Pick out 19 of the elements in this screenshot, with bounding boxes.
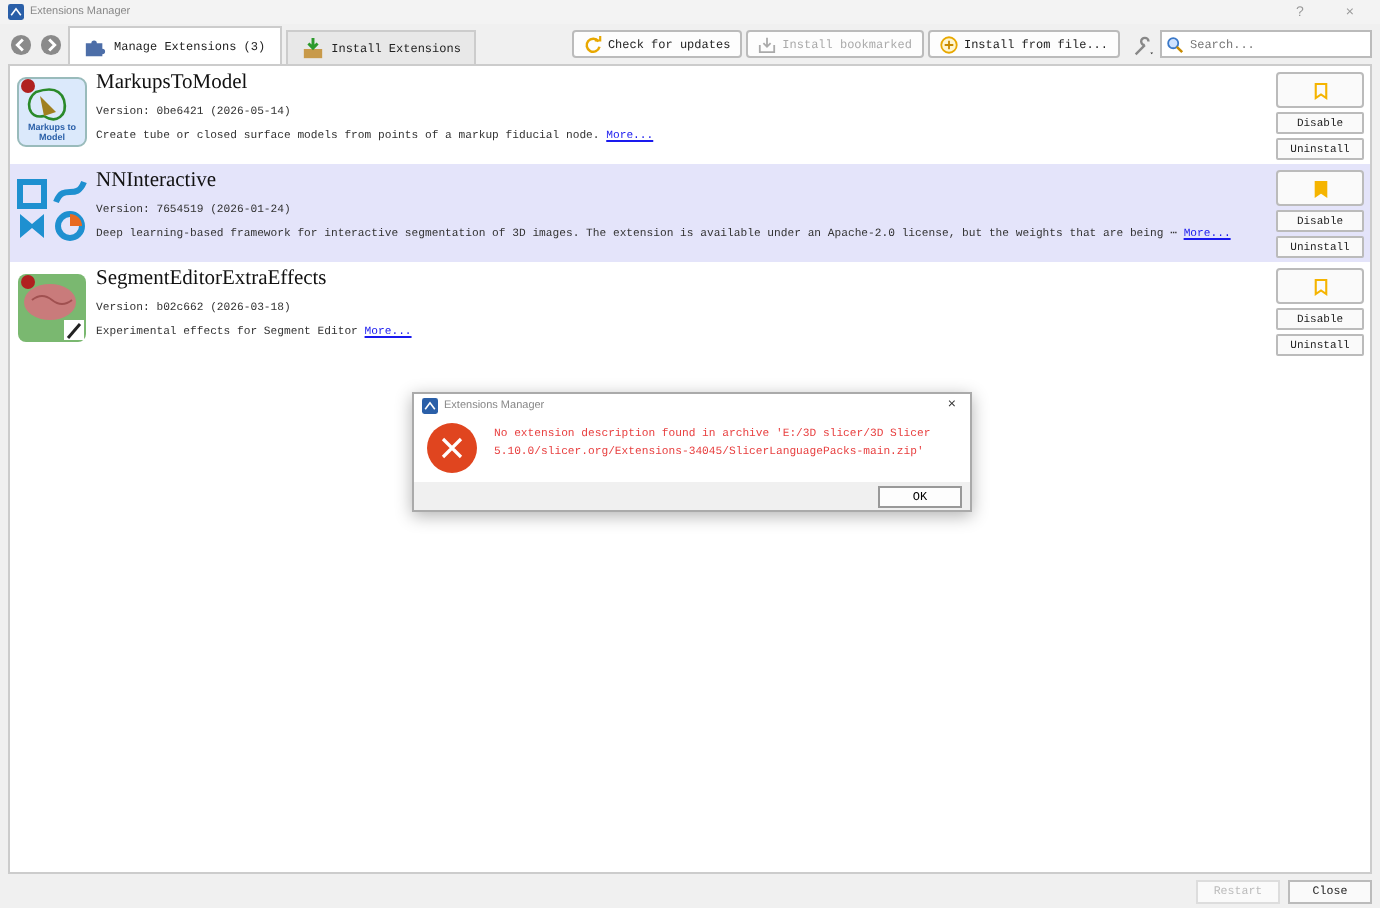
back-icon[interactable] (10, 34, 32, 56)
extension-logo-icon (16, 174, 88, 246)
extension-name: SegmentEditorExtraEffects (96, 268, 329, 290)
plus-circle-icon (939, 35, 958, 53)
extension-row[interactable] (10, 164, 1370, 262)
extension-logo-icon (16, 76, 88, 148)
bookmark-button[interactable] (1276, 170, 1364, 206)
search-icon (1166, 35, 1184, 53)
download-icon (758, 35, 777, 53)
puzzle-icon (84, 35, 106, 57)
bookmark-button[interactable] (1276, 268, 1364, 304)
bookmark-button[interactable] (1276, 72, 1364, 108)
box-download-icon (301, 37, 324, 59)
error-icon (426, 422, 478, 474)
extension-logo-icon (16, 272, 88, 344)
refresh-icon (583, 35, 602, 53)
extension-name: NNInteractive (96, 170, 219, 192)
extension-name: MarkupsToModel (96, 72, 250, 94)
forward-icon[interactable] (40, 34, 62, 56)
